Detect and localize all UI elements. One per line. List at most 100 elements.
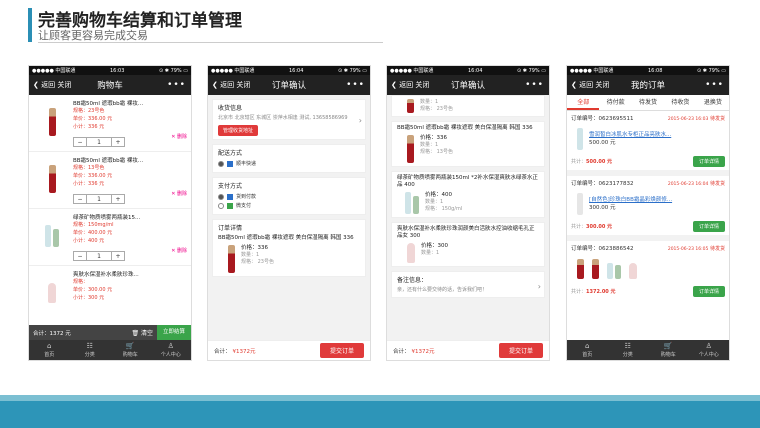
- battery: ⊙ ✱ 79% ▭: [517, 67, 546, 74]
- total-label: 共计：: [571, 224, 587, 230]
- order-time: 2015-06-23 16:04: [667, 181, 709, 187]
- clear-cart-button[interactable]: 🗑 清空: [131, 328, 153, 337]
- minus-button[interactable]: −: [74, 252, 86, 260]
- user-icon: ♙: [167, 342, 174, 350]
- qty-value[interactable]: 1: [86, 138, 112, 146]
- tab-home[interactable]: ⌂ 首页: [567, 340, 608, 360]
- tab-bar: ⌂ 首页 ☷ 分类 🛒 购物车 ♙ 个人中心: [29, 340, 191, 360]
- product-name: 爽肤水保湿补水柔肤珍珠润颜美白活肤水控油收缩毛孔正品女 300: [397, 226, 535, 239]
- tab-category[interactable]: ☷ 分类: [608, 340, 649, 360]
- qty-value[interactable]: 1: [86, 252, 112, 260]
- tab-category[interactable]: ☷ 分类: [70, 340, 111, 360]
- order-detail-button[interactable]: 订单详情: [692, 156, 725, 167]
- tab-pending-shipment[interactable]: 待发货: [632, 95, 664, 110]
- plus-button[interactable]: +: [112, 195, 124, 203]
- status-bar: ●●●●● 中国联通 16:08 ⊙ ✱ 79% ▭: [567, 66, 729, 75]
- footer-stripe-dark: [0, 401, 760, 428]
- item-spec: 规格：13号色: [73, 165, 105, 171]
- note-section: 备注信息： 亲，还有什么要交待的话，告诉我们吧！ ›: [391, 271, 545, 298]
- product-name: 绿茶矿物质喷雾两瓶装150ml *2补水保湿爽肤水绿茶水正品 400: [397, 175, 538, 188]
- note-title: 备注信息：: [397, 277, 428, 284]
- cart-item: 爽肤水保湿补水柔肤珍珠... 规格： 单价：300.00 元 小计：300 元: [29, 266, 191, 323]
- checkout-button[interactable]: 立即结算: [156, 325, 191, 340]
- order-number: 订单编号：0623695511: [571, 116, 634, 122]
- more-button[interactable]: •••: [346, 80, 365, 90]
- tab-cart[interactable]: 🛒 购物车: [110, 340, 151, 360]
- more-button[interactable]: •••: [525, 80, 544, 90]
- back-button[interactable]: ❮ 返回 关闭: [571, 80, 609, 90]
- item-name[interactable]: BB霜50ml 遮瑕bb霜 裸妆...: [73, 156, 143, 164]
- product-spec: 规格： 23号色: [420, 106, 453, 112]
- chevron-right-icon[interactable]: ›: [359, 116, 362, 125]
- item-name[interactable]: 爽肤水保湿补水柔肤珍珠...: [73, 270, 139, 278]
- tab-pending-payment[interactable]: 待付款: [599, 95, 631, 110]
- order-card: 订单编号：0623695511 2015-06-23 16:03 待发货 雪润皙白…: [567, 111, 729, 176]
- item-price: 单价：336.00 元: [73, 116, 113, 122]
- product-spec: 规格： 13号色: [420, 149, 453, 155]
- product-price: 500.00 元: [589, 140, 616, 146]
- battery: ⊙ ✱ 79% ▭: [338, 67, 367, 74]
- product-image: [37, 272, 67, 314]
- wechat-pay-icon: [227, 202, 233, 209]
- plus-button[interactable]: +: [112, 252, 124, 260]
- order-detail-button[interactable]: 订单详情: [692, 286, 725, 297]
- item-subtotal: 小计：336 元: [73, 124, 105, 130]
- manage-address-button[interactable]: 管理收货地址: [218, 125, 259, 136]
- product-thumbnails: [577, 259, 637, 279]
- tab-all[interactable]: 全部: [567, 95, 600, 110]
- back-button[interactable]: ❮ 返回 关闭: [212, 80, 250, 90]
- tab-returns[interactable]: 退换货: [697, 95, 729, 110]
- submit-order-button[interactable]: 提交订单: [498, 343, 543, 358]
- tab-cart[interactable]: 🛒 购物车: [648, 340, 689, 360]
- tab-home[interactable]: ⌂ 首页: [29, 340, 70, 360]
- delete-button[interactable]: ✕ 删除: [171, 247, 187, 254]
- phone-my-orders: ●●●●● 中国联通 16:08 ⊙ ✱ 79% ▭ ❮ 返回 关闭 我的订单 ••…: [566, 65, 730, 361]
- order-number: 订单编号：0623177832: [571, 181, 634, 187]
- tab-label: 分类: [84, 352, 95, 358]
- minus-button[interactable]: −: [74, 138, 86, 146]
- section-title: 支付方式: [218, 183, 243, 190]
- cart-item: 绿茶矿物质喷雾两瓶装15... 规格：150mg/ml 单价：400.00 元 …: [29, 209, 191, 266]
- note-input[interactable]: 亲，还有什么要交待的话，告诉我们吧！: [397, 287, 539, 294]
- more-button[interactable]: •••: [167, 80, 186, 90]
- product-image: [228, 245, 235, 273]
- submit-order-button[interactable]: 提交订单: [319, 343, 364, 358]
- item-subtotal: 小计：400 元: [73, 238, 105, 244]
- item-name[interactable]: 绿茶矿物质喷雾两瓶装15...: [73, 213, 140, 221]
- delete-button[interactable]: ✕ 删除: [171, 190, 187, 197]
- title-accent-bar: [28, 8, 32, 42]
- payment-option-wechat[interactable]: 微支付: [218, 202, 360, 209]
- delete-button[interactable]: ✕ 删除: [171, 133, 187, 140]
- chevron-right-icon[interactable]: ›: [538, 282, 541, 291]
- product-link[interactable]: [自然色]珍珠白BB霜晶彩焕颜修...: [589, 197, 672, 203]
- quantity-stepper: −1 +: [73, 251, 125, 261]
- payment-option-cod[interactable]: 货到付款: [218, 193, 360, 200]
- order-total: 300.00 元: [586, 224, 613, 230]
- item-name[interactable]: BB霜50ml 遮瑕bb霜 裸妆...: [73, 99, 143, 107]
- shipping-option[interactable]: 顺丰快递: [218, 160, 360, 167]
- product-block: 绿茶矿物质喷雾两瓶装150ml *2补水保湿爽肤水绿茶水正品 400 价格：40…: [391, 171, 545, 218]
- product-price: 价格：336: [241, 245, 268, 251]
- qty-value[interactable]: 1: [86, 195, 112, 203]
- product-name: BB霜50ml 遮瑕bb霜 裸妆遮瑕 美白保湿隔离 韩国 336: [218, 235, 354, 241]
- order-detail-button[interactable]: 订单详情: [692, 221, 725, 232]
- tab-profile[interactable]: ♙ 个人中心: [151, 340, 192, 360]
- plus-button[interactable]: +: [112, 138, 124, 146]
- minus-button[interactable]: −: [74, 195, 86, 203]
- tab-pending-receipt[interactable]: 待收货: [664, 95, 696, 110]
- product-price: 300.00 元: [589, 205, 616, 211]
- battery: ⊙ ✱ 79% ▭: [697, 67, 726, 74]
- back-button[interactable]: ❮ 返回 关闭: [33, 80, 71, 90]
- more-button[interactable]: •••: [705, 80, 724, 90]
- status-bar: ●●●●● 中国联通 16:03 ⊙ ✱ 79% ▭: [29, 66, 191, 75]
- order-status: 待发货: [709, 115, 725, 122]
- tab-profile[interactable]: ♙ 个人中心: [689, 340, 730, 360]
- order-footer: 合计： ¥1372元 提交订单: [208, 340, 370, 360]
- section-title: 订单详情: [218, 225, 243, 232]
- product-link[interactable]: 雪润皙白冰肌水专柜正品亮肤水...: [589, 132, 671, 138]
- section-title: 收货信息: [218, 105, 243, 112]
- back-button[interactable]: ❮ 返回 关闭: [391, 80, 429, 90]
- clock: 16:04: [289, 67, 304, 74]
- product-image: [629, 263, 637, 279]
- product-block: 数量：1 规格： 23号色: [391, 95, 545, 117]
